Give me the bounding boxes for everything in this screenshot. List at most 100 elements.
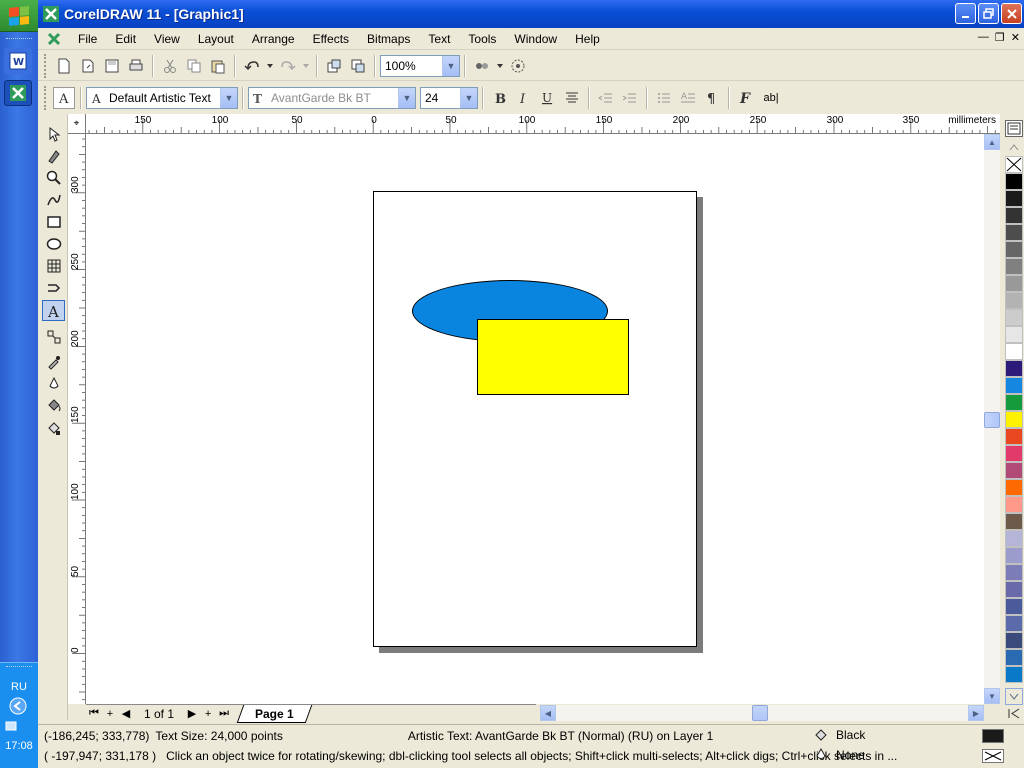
- palette-menu-icon[interactable]: [1005, 120, 1023, 137]
- outline-color-swatch[interactable]: [982, 749, 1004, 763]
- chevron-down-icon[interactable]: ▼: [442, 55, 459, 76]
- color-swatch[interactable]: [1005, 598, 1023, 615]
- color-swatch[interactable]: [1005, 496, 1023, 513]
- copy-icon[interactable]: [183, 55, 205, 77]
- coreldraw-taskbar-icon[interactable]: [4, 80, 32, 106]
- menu-window[interactable]: Window: [505, 32, 566, 46]
- word-taskbar-icon[interactable]: W: [4, 48, 32, 74]
- add-page-before-icon[interactable]: +: [102, 708, 118, 720]
- freehand-tool-icon[interactable]: [42, 189, 65, 210]
- drop-cap-icon[interactable]: A: [677, 87, 699, 109]
- add-page-after-icon[interactable]: +: [200, 708, 216, 720]
- fill-indicator[interactable]: Black: [814, 728, 865, 742]
- connector-tool-icon[interactable]: [42, 277, 65, 298]
- color-swatch[interactable]: [1005, 564, 1023, 581]
- color-swatch[interactable]: [1005, 547, 1023, 564]
- network-icon[interactable]: [2, 717, 22, 735]
- chevron-down-icon[interactable]: ▼: [220, 88, 237, 108]
- undo-dropdown-icon[interactable]: [265, 55, 275, 77]
- corel-online-icon[interactable]: [507, 55, 529, 77]
- edit-text-button[interactable]: ab|: [759, 87, 783, 109]
- export-icon[interactable]: [347, 55, 369, 77]
- palette-expand-icon[interactable]: [1005, 705, 1023, 722]
- fill-color-swatch[interactable]: [982, 729, 1004, 743]
- undo-icon[interactable]: [241, 55, 263, 77]
- no-color-swatch[interactable]: [1005, 156, 1023, 173]
- clock[interactable]: 17:08: [0, 740, 38, 752]
- color-swatch[interactable]: [1005, 530, 1023, 547]
- color-swatch[interactable]: [1005, 649, 1023, 666]
- new-icon[interactable]: [53, 55, 75, 77]
- save-icon[interactable]: [101, 55, 123, 77]
- bullet-icon[interactable]: [653, 87, 675, 109]
- menu-text[interactable]: Text: [419, 32, 459, 46]
- chevron-down-icon[interactable]: ▼: [398, 88, 415, 108]
- title-bar[interactable]: CorelDRAW 11 - [Graphic1]: [38, 0, 1024, 28]
- color-swatch[interactable]: [1005, 666, 1023, 683]
- text-style-select[interactable]: A Default Artistic Text ▼: [86, 87, 238, 109]
- menu-layout[interactable]: Layout: [189, 32, 243, 46]
- first-page-icon[interactable]: ⏮: [86, 707, 102, 720]
- color-swatch[interactable]: [1005, 581, 1023, 598]
- horizontal-ruler[interactable]: 150 100 50 0 50 100 150 200 250 300 350 …: [86, 114, 1000, 134]
- drawing-canvas[interactable]: [86, 134, 984, 704]
- underline-icon[interactable]: U: [537, 87, 559, 109]
- color-swatch[interactable]: [1005, 411, 1023, 428]
- scroll-left-icon[interactable]: ◀: [540, 705, 556, 721]
- format-text-icon[interactable]: F: [735, 87, 757, 109]
- italic-icon[interactable]: I: [513, 87, 535, 109]
- launcher-dropdown-icon[interactable]: [495, 55, 505, 77]
- doc-minimize-icon[interactable]: —: [978, 31, 989, 44]
- import-icon[interactable]: [323, 55, 345, 77]
- color-swatch[interactable]: [1005, 462, 1023, 479]
- increase-indent-icon[interactable]: [619, 87, 641, 109]
- palette-scroll-up-icon[interactable]: [1005, 139, 1023, 156]
- redo-dropdown-icon[interactable]: [301, 55, 311, 77]
- menu-arrange[interactable]: Arrange: [243, 32, 304, 46]
- color-swatch[interactable]: [1005, 615, 1023, 632]
- application-launcher-icon[interactable]: [471, 55, 493, 77]
- eyedropper-tool-icon[interactable]: [42, 351, 65, 372]
- color-swatch[interactable]: [1005, 343, 1023, 360]
- ellipse-tool-icon[interactable]: [42, 233, 65, 254]
- menu-bitmaps[interactable]: Bitmaps: [358, 32, 419, 46]
- menu-view[interactable]: View: [145, 32, 189, 46]
- open-icon[interactable]: [77, 55, 99, 77]
- drawing-page[interactable]: [373, 191, 697, 647]
- color-swatch[interactable]: [1005, 207, 1023, 224]
- fill-tool-icon[interactable]: [42, 395, 65, 416]
- vertical-scrollbar[interactable]: ▲ ▼: [984, 134, 1000, 704]
- color-swatch[interactable]: [1005, 632, 1023, 649]
- coreldraw-app-icon[interactable]: [43, 6, 59, 22]
- toolbar-grip[interactable]: [44, 53, 48, 78]
- rectangle-tool-icon[interactable]: [42, 211, 65, 232]
- shape-tool-icon[interactable]: [42, 145, 65, 166]
- page-count[interactable]: 1 of 1: [134, 707, 184, 721]
- text-tool-icon[interactable]: A: [53, 87, 75, 109]
- interactive-fill-tool-icon[interactable]: [42, 417, 65, 438]
- menu-help[interactable]: Help: [566, 32, 609, 46]
- decrease-indent-icon[interactable]: [595, 87, 617, 109]
- ruler-origin[interactable]: ⌖: [68, 114, 86, 134]
- yellow-rectangle-shape[interactable]: [477, 319, 629, 395]
- doc-restore-icon[interactable]: ❐: [995, 31, 1005, 44]
- color-swatch[interactable]: [1005, 275, 1023, 292]
- menu-file[interactable]: File: [69, 32, 106, 46]
- pick-tool-icon[interactable]: [42, 123, 65, 144]
- interactive-blend-tool-icon[interactable]: [42, 326, 65, 347]
- paste-icon[interactable]: [207, 55, 229, 77]
- horizontal-scroll-thumb[interactable]: [752, 705, 768, 721]
- zoom-tool-icon[interactable]: [42, 167, 65, 188]
- outline-indicator[interactable]: None: [814, 748, 865, 762]
- color-swatch[interactable]: [1005, 513, 1023, 530]
- color-swatch[interactable]: [1005, 224, 1023, 241]
- color-swatch[interactable]: [1005, 428, 1023, 445]
- start-button[interactable]: [0, 0, 38, 32]
- scroll-right-icon[interactable]: ▶: [968, 705, 984, 721]
- menu-edit[interactable]: Edit: [106, 32, 145, 46]
- color-swatch[interactable]: [1005, 173, 1023, 190]
- graph-paper-tool-icon[interactable]: [42, 255, 65, 276]
- previous-page-icon[interactable]: ◀: [118, 707, 134, 720]
- menu-tools[interactable]: Tools: [459, 32, 505, 46]
- horizontal-scrollbar[interactable]: ◀ ▶: [540, 705, 984, 721]
